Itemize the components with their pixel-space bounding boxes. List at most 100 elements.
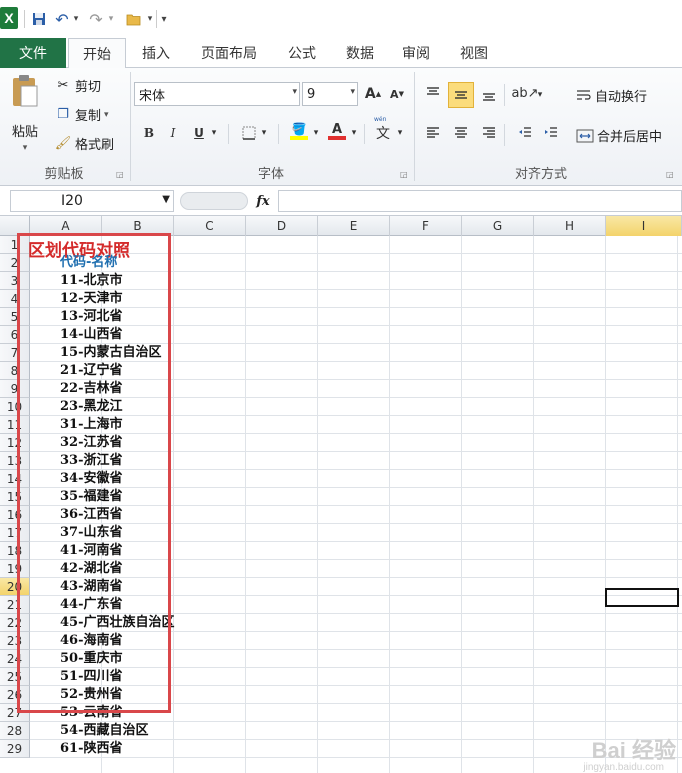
fill-color-dropdown-icon[interactable]: ▾ — [310, 122, 322, 144]
excel-logo-icon: X — [0, 7, 18, 29]
font-size-value: 9 — [307, 86, 316, 102]
phonetic-button[interactable]: 文 wén — [372, 116, 394, 144]
bold-button[interactable]: B — [138, 122, 160, 144]
paste-button[interactable]: 粘贴 ▾ — [6, 74, 44, 160]
column-header-d[interactable]: D — [246, 216, 318, 236]
cut-button[interactable]: ✂ 剪切 — [54, 76, 101, 95]
undo-icon[interactable]: ↶ — [54, 9, 70, 29]
formula-bar: I20 ▼ fx — [0, 186, 682, 216]
align-left-button[interactable] — [422, 122, 444, 144]
redo-icon[interactable]: ↷ — [88, 9, 104, 29]
align-right-button[interactable] — [478, 122, 500, 144]
tab-view[interactable]: 视图 — [448, 38, 500, 68]
font-name-value: 宋体 — [139, 88, 166, 104]
align-middle-button[interactable] — [448, 82, 474, 108]
chevron-down-icon: ▾ — [350, 87, 355, 97]
ribbon-tabs: 文件 开始 插入 页面布局 公式 数据 审阅 视图 — [0, 38, 682, 69]
alignment-separator — [504, 84, 505, 106]
format-painter-button[interactable]: 🖌 格式刷 — [54, 134, 114, 153]
formula-input[interactable] — [278, 190, 682, 212]
formula-bar-splitter[interactable] — [180, 192, 248, 210]
font-size-select[interactable]: 9 ▾ — [302, 82, 358, 106]
font-color-swatch — [328, 135, 346, 140]
clipboard-launcher-icon[interactable]: ◲ — [116, 170, 124, 179]
active-cell-cursor[interactable] — [605, 588, 679, 607]
merge-center-button[interactable]: 合并后居中 — [576, 126, 662, 145]
font-launcher-icon[interactable]: ◲ — [400, 170, 408, 179]
orientation-button[interactable]: ab↗ — [511, 82, 538, 104]
grow-font-button[interactable]: A ▲ — [362, 83, 384, 105]
watermark: Bai 经验 — [591, 738, 676, 763]
customize-qat-icon[interactable]: ▾ — [158, 9, 170, 29]
tab-review[interactable]: 审阅 — [390, 38, 442, 68]
tab-formulas[interactable]: 公式 — [276, 38, 328, 68]
column-header-cell[interactable]: 代码-名称 — [60, 254, 117, 272]
column-header-f[interactable]: F — [390, 216, 462, 236]
cut-label: 剪切 — [75, 80, 102, 95]
font-group-label: 字体 — [257, 167, 284, 182]
column-header-c[interactable]: C — [174, 216, 246, 236]
font-color-dropdown-icon[interactable]: ▾ — [348, 122, 360, 144]
underline-dropdown-icon[interactable]: ▾ — [208, 122, 220, 144]
copy-icon: ❐ — [57, 107, 69, 122]
wrap-text-label: 自动换行 — [595, 90, 648, 105]
alignment-group-label: 对齐方式 — [514, 167, 567, 182]
borders-button[interactable] — [238, 122, 260, 144]
qat-separator — [156, 10, 157, 28]
column-header-i[interactable]: I — [606, 216, 682, 236]
align-top-button[interactable] — [422, 82, 444, 104]
insert-function-icon[interactable]: fx — [250, 190, 276, 212]
quick-access-toolbar: X ↶ ▾ ↷ ▾ ▾ ▾ — [0, 0, 682, 38]
merge-center-label: 合并后居中 — [597, 130, 663, 145]
copy-label: 复制 — [75, 109, 102, 124]
paste-dropdown-icon: ▾ — [22, 143, 28, 153]
font-color-button[interactable]: A — [326, 120, 348, 142]
save-icon[interactable] — [30, 9, 48, 29]
fill-color-swatch — [290, 136, 308, 140]
borders-icon — [242, 126, 256, 140]
orientation-dropdown-icon[interactable]: ▾ — [534, 84, 546, 106]
underline-button[interactable]: U — [188, 122, 210, 144]
column-header-e[interactable]: E — [318, 216, 390, 236]
alignment-launcher-icon[interactable]: ◲ — [666, 170, 674, 179]
open-folder-icon[interactable] — [124, 9, 144, 29]
tab-file[interactable]: 文件 — [0, 38, 66, 68]
column-header-g[interactable]: G — [462, 216, 534, 236]
wrap-text-icon — [577, 89, 591, 100]
align-top-icon — [427, 87, 439, 95]
wrap-text-button[interactable]: 自动换行 — [576, 86, 647, 105]
shrink-font-button[interactable]: A ▼ — [386, 83, 408, 105]
name-box[interactable]: I20 ▼ — [10, 190, 174, 212]
ribbon-home: 粘贴 ▾ ✂ 剪切 ❐ 复制 ▾ 🖌 格式刷 剪贴板 ◲ 宋体 ▾ 9 ▾ A ▲… — [0, 68, 682, 186]
font-separator — [228, 124, 229, 144]
merge-center-icon — [576, 129, 594, 142]
column-header-h[interactable]: H — [534, 216, 606, 236]
align-left-icon — [427, 127, 439, 138]
tab-insert[interactable]: 插入 — [130, 38, 182, 68]
redo-dropdown-icon[interactable]: ▾ — [106, 9, 116, 29]
row-header-29[interactable]: 29 — [0, 740, 30, 758]
tab-page-layout[interactable]: 页面布局 — [186, 38, 272, 68]
italic-button[interactable]: I — [162, 122, 184, 144]
region-code-cell[interactable]: 54-西藏自治区 — [60, 722, 149, 740]
phonetic-dropdown-icon[interactable]: ▾ — [394, 122, 406, 144]
align-center-button[interactable] — [450, 122, 472, 144]
open-dropdown-icon[interactable]: ▾ — [145, 9, 155, 29]
align-bottom-button[interactable] — [478, 84, 500, 106]
copy-button[interactable]: ❐ 复制 ▾ — [54, 105, 108, 124]
tab-home[interactable]: 开始 — [68, 38, 126, 69]
region-code-cell[interactable]: 61-陕西省 — [60, 740, 123, 758]
paintbrush-icon: 🖌 — [54, 136, 72, 151]
font-name-select[interactable]: 宋体 ▾ — [134, 82, 300, 106]
decrease-indent-button[interactable] — [514, 122, 536, 144]
qat-separator — [24, 10, 25, 28]
row-header-28[interactable]: 28 — [0, 722, 30, 740]
increase-indent-button[interactable] — [540, 122, 562, 144]
decrease-indent-icon — [519, 127, 531, 137]
clipboard-group-label: 剪贴板 — [44, 167, 84, 182]
fill-color-button[interactable]: 🪣 — [288, 120, 310, 142]
undo-dropdown-icon[interactable]: ▾ — [71, 9, 81, 29]
borders-dropdown-icon[interactable]: ▾ — [258, 122, 270, 144]
tab-data[interactable]: 数据 — [334, 38, 386, 68]
worksheet-grid: ABCDEFGHI 1 2 3 4 5 6 7 8 9 10 11 12 13 14 15 16 17 18 19 2… — [0, 216, 682, 773]
